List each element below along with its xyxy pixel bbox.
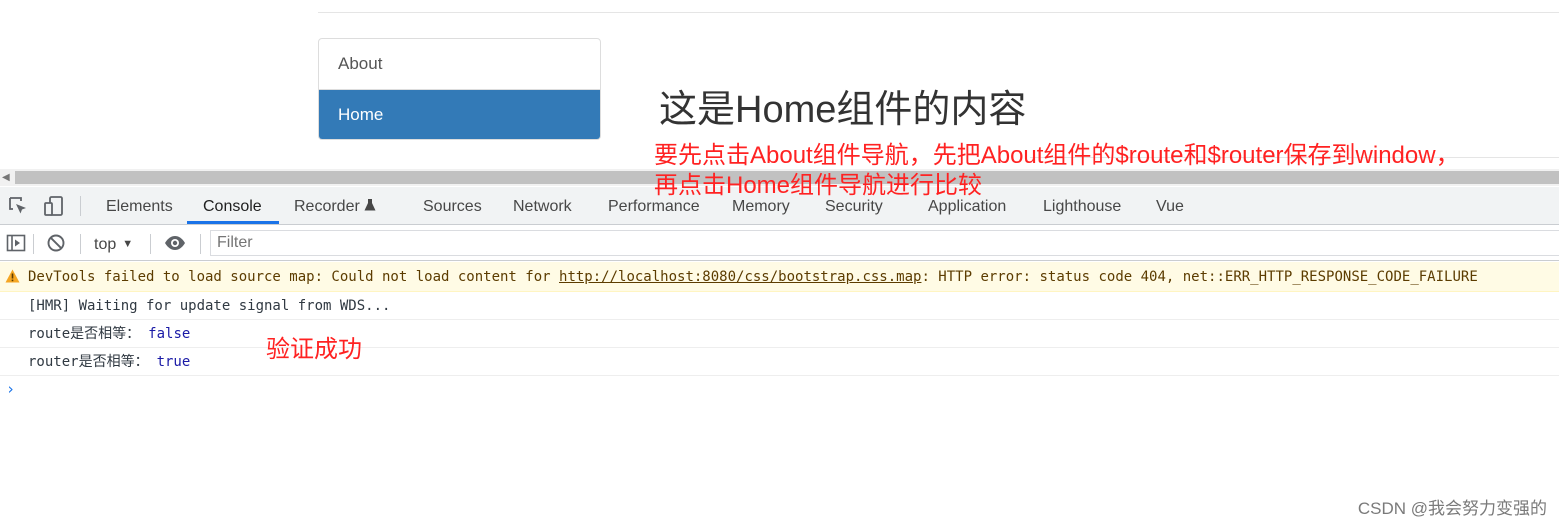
console-output: DevTools failed to load source map: Coul… <box>0 262 1559 404</box>
toolbar-divider <box>33 234 34 254</box>
context-label: top <box>94 236 117 253</box>
console-toolbar: top ▼ <box>0 226 1559 261</box>
toolbar-divider <box>80 196 81 216</box>
live-expression-eye-icon[interactable] <box>164 233 186 253</box>
page-heading: 这是Home组件的内容 <box>659 89 1027 131</box>
tab-console[interactable]: Console <box>203 187 262 224</box>
warning-text-prefix: DevTools failed to load source map: Coul… <box>28 269 560 285</box>
log-text: router是否相等： <box>28 354 149 370</box>
warning-icon <box>5 269 20 283</box>
filter-input[interactable] <box>210 230 1559 256</box>
prompt-chevron-icon: › <box>6 380 16 398</box>
toolbar-divider <box>150 234 151 254</box>
console-prompt[interactable]: › <box>0 376 1559 404</box>
tab-recorder-label: Recorder <box>294 198 360 215</box>
result-annotation: 验证成功 <box>266 336 362 363</box>
clear-console-icon[interactable] <box>46 233 66 253</box>
instruction-line-2: 再点击Home组件导航进行比较 <box>654 172 983 199</box>
log-text: [HMR] Waiting for update signal from WDS… <box>28 298 391 314</box>
tab-recorder[interactable]: Recorder <box>294 187 376 224</box>
tab-network[interactable]: Network <box>513 187 572 224</box>
instruction-line-1: 要先点击About组件导航，先把About组件的$route和$router保存… <box>654 142 1460 169</box>
log-text: route是否相等： <box>28 326 141 342</box>
context-selector[interactable]: top ▼ <box>94 226 133 263</box>
tab-elements[interactable]: Elements <box>106 187 173 224</box>
scroll-left-icon[interactable]: ◀ <box>2 169 10 186</box>
console-warning-row: DevTools failed to load source map: Coul… <box>0 262 1559 292</box>
instruction-annotation: 要先点击About组件导航，先把About组件的$route和$router保存… <box>654 141 1460 201</box>
log-value: true <box>156 354 191 370</box>
dropdown-caret-icon: ▼ <box>122 238 134 250</box>
nav-link-home[interactable]: Home <box>319 89 600 139</box>
tab-sources[interactable]: Sources <box>423 187 482 224</box>
warning-text-suffix: : HTTP error: status code 404, net::ERR_… <box>921 269 1478 285</box>
active-tab-indicator <box>187 221 279 224</box>
source-map-link[interactable]: http://localhost:8080/css/bootstrap.css.… <box>559 269 921 285</box>
inspect-element-icon[interactable] <box>7 195 29 217</box>
flask-icon <box>364 199 376 211</box>
console-log-row: router是否相等： true <box>0 348 1559 376</box>
log-value: false <box>148 326 191 342</box>
router-nav: About Home <box>318 38 601 140</box>
top-divider <box>318 12 1559 13</box>
watermark: CSDN @我会努力变强的 <box>1357 499 1547 518</box>
sidebar-toggle-icon[interactable] <box>6 233 26 253</box>
device-toolbar-icon[interactable] <box>43 195 65 217</box>
toolbar-divider <box>80 234 81 254</box>
console-log-row: [HMR] Waiting for update signal from WDS… <box>0 292 1559 320</box>
console-log-row: route是否相等： false <box>0 320 1559 348</box>
toolbar-divider <box>200 234 201 254</box>
nav-link-about[interactable]: About <box>319 39 600 89</box>
